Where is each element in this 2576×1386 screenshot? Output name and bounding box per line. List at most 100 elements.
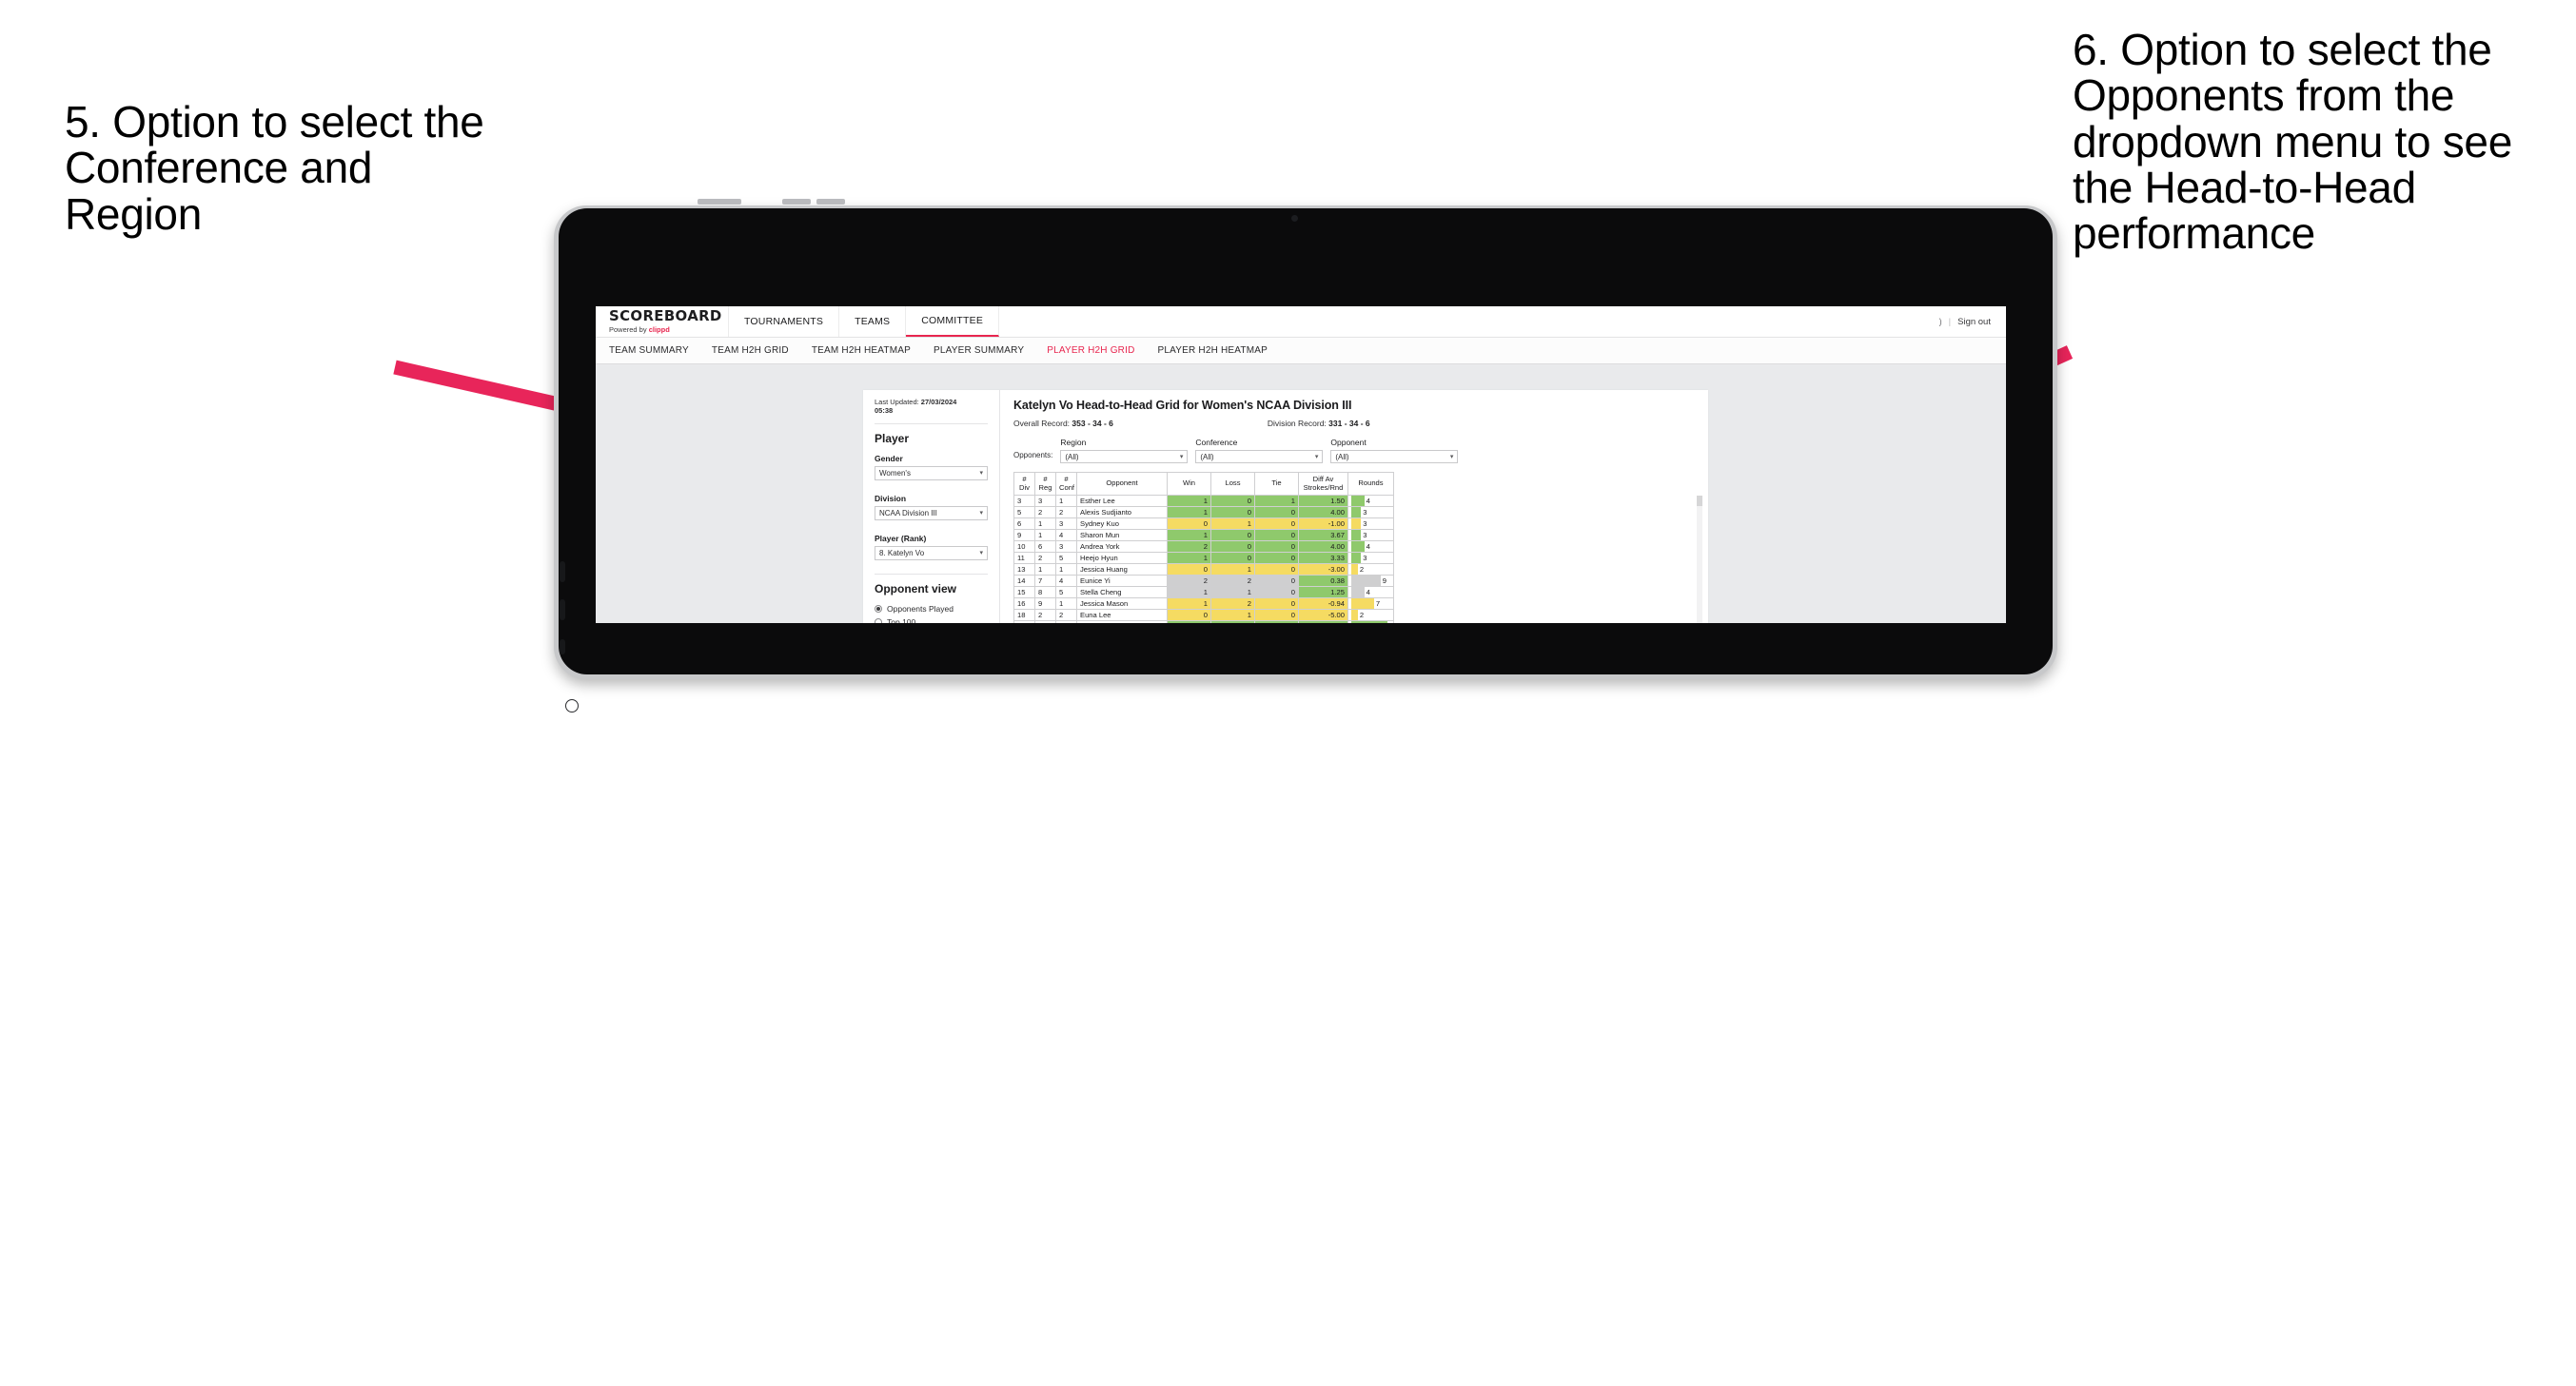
sign-out-link[interactable]: Sign out xyxy=(1957,317,1991,327)
table-row[interactable]: 19106Emily Chang4100.3011 xyxy=(1013,620,1394,623)
cell-loss: 1 xyxy=(1210,517,1255,530)
subnav-item-player-h2h-grid[interactable]: PLAYER H2H GRID xyxy=(1047,345,1134,356)
cell-loss: 0 xyxy=(1210,506,1255,518)
cell-conf: 2 xyxy=(1055,609,1077,621)
overall-record-label: Overall Record: xyxy=(1013,419,1072,428)
tablet-camera xyxy=(1291,215,1298,222)
cell-rounds: 4 xyxy=(1347,540,1394,553)
topnav-item-committee[interactable]: COMMITTEE xyxy=(906,306,1000,337)
filter-group-region: Region (All) ▾ xyxy=(1060,438,1189,463)
cell-conf: 1 xyxy=(1055,495,1077,507)
cell-opponent: Euna Lee xyxy=(1076,609,1168,621)
radio-label-top-100: Top 100 xyxy=(887,616,916,623)
radio-icon xyxy=(875,617,882,623)
subnav-item-player-summary[interactable]: PLAYER SUMMARY xyxy=(934,345,1024,356)
topnav-item-tournaments[interactable]: TOURNAMENTS xyxy=(729,306,840,337)
table-row[interactable]: 14 7 4 Eunice Yi 2 2 0 0.38 9 xyxy=(1013,575,1394,587)
cell-conf: 1 xyxy=(1055,597,1077,610)
col-header-loss: Loss xyxy=(1210,472,1255,496)
division-select[interactable]: NCAA Division III ▾ xyxy=(875,505,988,520)
cell-win: 0 xyxy=(1167,609,1211,621)
brand-title: SCOREBOARD xyxy=(609,306,722,324)
tablet-volume-up-button[interactable] xyxy=(782,199,811,205)
cell-diff: 4.00 xyxy=(1298,540,1348,553)
chevron-down-icon: ▾ xyxy=(979,470,983,478)
sub-navigation: TEAM SUMMARY TEAM H2H GRID TEAM H2H HEAT… xyxy=(596,338,2006,364)
cell-rounds: 2 xyxy=(1347,563,1394,576)
cell-win: 1 xyxy=(1167,597,1211,610)
cell-diff: 3.67 xyxy=(1298,529,1348,541)
cell-opponent: Heejo Hyun xyxy=(1076,552,1168,564)
cell-diff: 1.25 xyxy=(1298,586,1348,598)
opponent-value: (All) xyxy=(1335,452,1349,461)
cell-tie: 0 xyxy=(1254,506,1299,518)
cell-win: 1 xyxy=(1167,552,1211,564)
radio-icon-selected xyxy=(875,604,882,613)
cell-div: 9 xyxy=(1013,529,1035,541)
subnav-item-team-h2h-grid[interactable]: TEAM H2H GRID xyxy=(712,345,789,356)
tablet-power-button[interactable] xyxy=(698,199,741,205)
subnav-item-team-h2h-heatmap[interactable]: TEAM H2H HEATMAP xyxy=(812,345,911,356)
cell-reg: 8 xyxy=(1034,586,1056,598)
workbook-sidebar: Last Updated: 27/03/2024 05:38 Player Ge… xyxy=(863,390,1000,623)
cell-rounds: 11 xyxy=(1347,620,1394,623)
cell-loss: 0 xyxy=(1210,540,1255,553)
table-row[interactable]: 10 6 3 Andrea York 2 0 0 4.00 4 xyxy=(1013,540,1394,553)
cell-conf: 3 xyxy=(1055,517,1077,530)
grid-scrollbar-thumb[interactable] xyxy=(1697,496,1702,506)
topnav-item-teams[interactable]: TEAMS xyxy=(839,306,907,337)
cell-opponent: Emily Chang xyxy=(1076,620,1168,623)
cell-rounds: 3 xyxy=(1347,517,1394,530)
top-navigation: TOURNAMENTS TEAMS COMMITTEE xyxy=(729,306,1000,337)
gender-select[interactable]: Women's ▾ xyxy=(875,465,988,480)
grid-scrollbar[interactable] xyxy=(1697,496,1702,623)
sidebar-divider-1 xyxy=(875,422,988,424)
cell-win: 2 xyxy=(1167,575,1211,587)
cell-reg: 2 xyxy=(1034,552,1056,564)
cell-diff: -0.94 xyxy=(1298,597,1348,610)
user-chevron-icon[interactable]: ) xyxy=(1939,317,1942,326)
table-row[interactable]: 16 9 1 Jessica Mason 1 2 0 -0.94 7 xyxy=(1013,597,1394,610)
table-row[interactable]: 9 1 4 Sharon Mun 1 0 0 3.67 3 xyxy=(1013,529,1394,541)
subnav-item-team-summary[interactable]: TEAM SUMMARY xyxy=(609,345,689,356)
radio-top-100[interactable]: Top 100 xyxy=(875,617,988,623)
cell-reg: 2 xyxy=(1034,609,1056,621)
cell-conf: 5 xyxy=(1055,552,1077,564)
opponent-select[interactable]: (All) ▾ xyxy=(1330,450,1459,463)
cell-div: 15 xyxy=(1013,586,1035,598)
table-row[interactable]: 13 1 1 Jessica Huang 0 1 0 -3.00 2 xyxy=(1013,563,1394,576)
player-rank-select[interactable]: 8. Katelyn Vo ▾ xyxy=(875,545,988,560)
cell-rounds: 3 xyxy=(1347,552,1394,564)
table-row[interactable]: 3 3 1 Esther Lee 1 0 1 1.50 4 xyxy=(1013,495,1394,507)
cell-conf: 4 xyxy=(1055,575,1077,587)
table-row[interactable]: 15 8 5 Stella Cheng 1 1 0 1.25 4 xyxy=(1013,586,1394,598)
topbar-right: ) | Sign out xyxy=(1939,306,2006,337)
last-updated-value: 27/03/2024 xyxy=(920,398,957,406)
brand-logo[interactable]: SCOREBOARD Powered by clippd xyxy=(596,306,729,337)
region-select[interactable]: (All) ▾ xyxy=(1060,450,1189,463)
conference-select[interactable]: (All) ▾ xyxy=(1195,450,1324,463)
table-row[interactable]: 6 1 3 Sydney Kuo 0 1 0 -1.00 3 xyxy=(1013,517,1394,530)
division-record-label: Division Record: xyxy=(1267,419,1329,428)
subnav-item-player-h2h-heatmap[interactable]: PLAYER H2H HEATMAP xyxy=(1158,345,1268,356)
topbar-divider: | xyxy=(1948,316,1952,327)
table-row[interactable]: 18 2 2 Euna Lee 0 1 0 -5.00 2 xyxy=(1013,609,1394,621)
cell-rounds: 4 xyxy=(1347,495,1394,507)
cell-div: 5 xyxy=(1013,506,1035,518)
cell-loss: 0 xyxy=(1210,495,1255,507)
cell-div: 19 xyxy=(1013,620,1035,623)
cell-reg: 9 xyxy=(1034,597,1056,610)
table-row[interactable]: 11 2 5 Heejo Hyun 1 0 0 3.33 3 xyxy=(1013,552,1394,564)
cell-diff: -3.00 xyxy=(1298,563,1348,576)
cell-opponent: Alexis Sudjianto xyxy=(1076,506,1168,518)
cell-rounds: 2 xyxy=(1347,609,1394,621)
table-row[interactable]: 5 2 2 Alexis Sudjianto 1 0 0 4.00 3 xyxy=(1013,506,1394,518)
division-value: NCAA Division III xyxy=(879,508,937,517)
tablet-volume-down-button[interactable] xyxy=(816,199,845,205)
last-updated-label: Last Updated: xyxy=(875,398,921,406)
cell-div: 14 xyxy=(1013,575,1035,587)
cell-win: 1 xyxy=(1167,506,1211,518)
cell-div: 13 xyxy=(1013,563,1035,576)
cell-tie: 0 xyxy=(1254,552,1299,564)
radio-opponents-played[interactable]: Opponents Played xyxy=(875,604,988,614)
